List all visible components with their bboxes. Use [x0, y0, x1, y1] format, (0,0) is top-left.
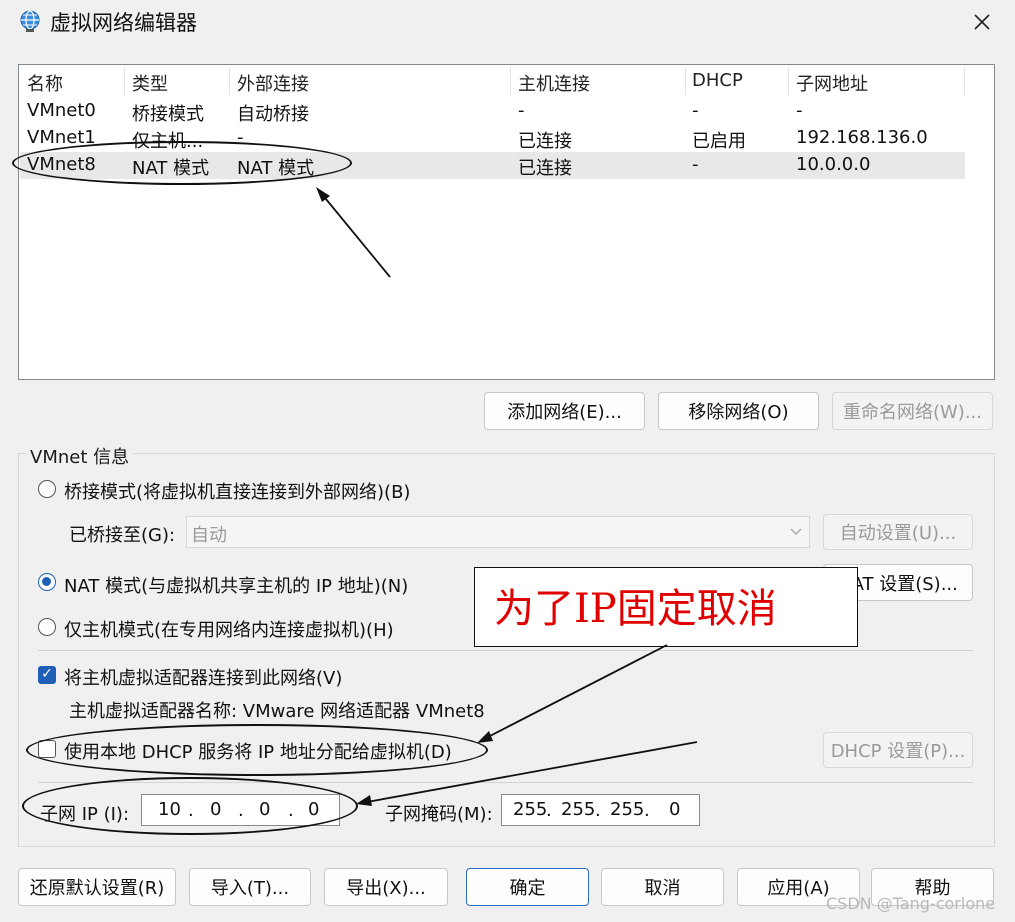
mask-dot: .	[546, 800, 552, 821]
cell-host: -	[518, 100, 525, 121]
cell-host: 已连接	[518, 131, 572, 152]
network-list[interactable]: 名称 类型 外部连接 主机连接 DHCP 子网地址 VMnet0 桥接模式 自动…	[18, 64, 995, 380]
rename-network-button[interactable]: 重命名网络(W)...	[832, 392, 993, 430]
cell-subnet: 10.0.0.0	[796, 154, 871, 175]
subnet-mask-label: 子网掩码(M):	[385, 804, 493, 825]
import-button[interactable]: 导入(T)...	[189, 868, 311, 906]
watermark: CSDN @Tang-corlone	[826, 894, 996, 913]
window-title: 虚拟网络编辑器	[50, 11, 197, 35]
col-divider[interactable]	[229, 67, 230, 95]
chevron-down-icon	[790, 528, 802, 535]
adapter-name-text: 主机虚拟适配器名称: VMware 网络适配器 VMnet8	[69, 701, 485, 722]
add-network-button[interactable]: 添加网络(E)...	[484, 392, 645, 430]
connect-adapter-label[interactable]: 将主机虚拟适配器连接到此网络(V)	[64, 664, 342, 690]
ok-button[interactable]: 确定	[466, 868, 589, 906]
remove-network-button[interactable]: 移除网络(O)	[658, 392, 819, 430]
highlight-ellipse-vmnet8	[12, 141, 352, 185]
bridged-to-value: 自动	[191, 525, 227, 546]
annotation-text: 为了IP固定取消	[494, 586, 777, 632]
cell-dhcp: 已启用	[692, 131, 746, 152]
mask-octet: 255	[561, 799, 596, 820]
highlight-ellipse-subnet-ip	[22, 777, 358, 835]
col-divider[interactable]	[964, 67, 965, 95]
col-header-subnet[interactable]: 子网地址	[796, 70, 868, 96]
col-header-dhcp[interactable]: DHCP	[692, 70, 743, 91]
bridged-to-label: 已桥接至(G):	[69, 525, 176, 546]
mask-octet: 255	[513, 799, 548, 820]
nat-mode-radio[interactable]	[38, 573, 56, 591]
export-button[interactable]: 导出(X)...	[324, 868, 448, 906]
highlight-ellipse-dhcp	[26, 724, 488, 776]
host-only-mode-radio[interactable]	[38, 618, 56, 636]
cell-type: 桥接模式	[132, 104, 204, 125]
col-header-name[interactable]: 名称	[27, 70, 63, 96]
cell-subnet: -	[796, 100, 803, 121]
divider	[38, 650, 973, 651]
mask-octet: 255	[610, 799, 645, 820]
col-divider[interactable]	[124, 67, 125, 95]
bridge-mode-label[interactable]: 桥接模式(将虚拟机直接连接到外部网络)(B)	[64, 478, 410, 504]
bridged-to-select[interactable]: 自动	[186, 516, 810, 548]
close-button[interactable]	[962, 6, 1002, 38]
cell-external: 自动桥接	[237, 104, 309, 125]
col-header-type[interactable]: 类型	[132, 70, 168, 96]
close-icon	[974, 14, 990, 30]
table-row[interactable]: VMnet0 桥接模式 自动桥接 - - -	[20, 98, 965, 125]
connect-adapter-checkbox[interactable]: ✓	[38, 666, 56, 684]
vmnet-info-title: VMnet 信息	[26, 443, 134, 469]
cell-dhcp: -	[692, 100, 699, 121]
col-divider[interactable]	[685, 67, 686, 95]
cell-name: VMnet0	[27, 100, 96, 121]
cell-subnet: 192.168.136.0	[796, 127, 928, 148]
cell-host: 已连接	[518, 158, 572, 179]
mask-octet: 0	[669, 799, 681, 820]
cell-dhcp: -	[692, 154, 699, 175]
restore-defaults-button[interactable]: 还原默认设置(R)	[18, 868, 176, 906]
dhcp-settings-button[interactable]: DHCP 设置(P)...	[823, 732, 973, 768]
mask-dot: .	[595, 800, 601, 821]
col-divider[interactable]	[788, 67, 789, 95]
col-header-external[interactable]: 外部连接	[237, 70, 309, 96]
nat-mode-label[interactable]: NAT 模式(与虚拟机共享主机的 IP 地址)(N)	[64, 572, 408, 598]
cancel-button[interactable]: 取消	[601, 868, 724, 906]
mask-dot: .	[644, 800, 650, 821]
bridge-mode-radio[interactable]	[38, 480, 56, 498]
auto-settings-button[interactable]: 自动设置(U)...	[823, 514, 973, 550]
host-only-mode-label[interactable]: 仅主机模式(在专用网络内连接虚拟机)(H)	[64, 616, 394, 642]
subnet-mask-input[interactable]: 255 . 255 . 255 . 0	[501, 794, 700, 826]
col-header-host[interactable]: 主机连接	[518, 70, 590, 96]
network-globe-icon	[20, 10, 40, 32]
col-divider[interactable]	[510, 67, 511, 95]
